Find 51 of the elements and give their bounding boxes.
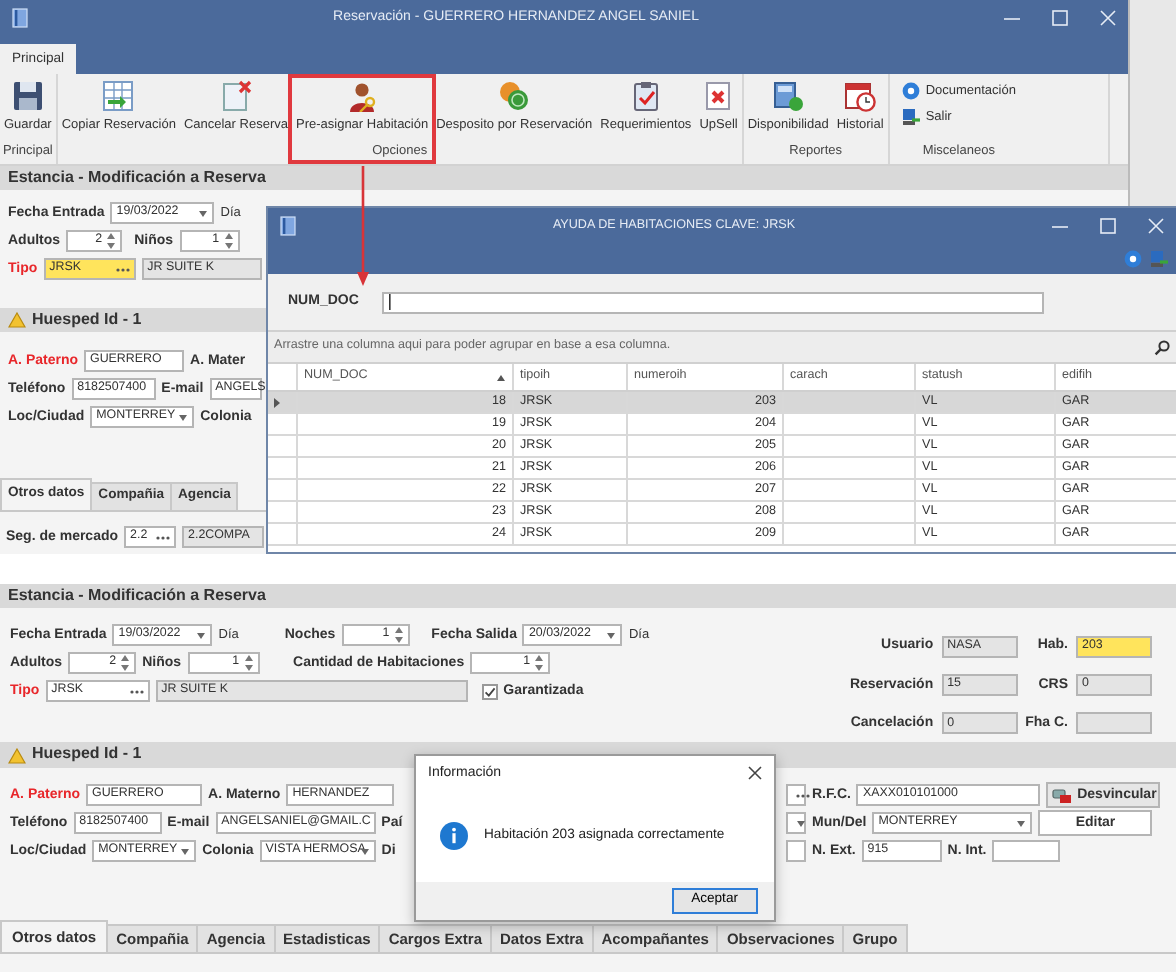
info-icon [440,822,468,850]
help-icon[interactable] [1124,250,1142,268]
dropdown-arrow-icon [196,631,207,639]
coins-icon [498,80,531,112]
checkbox[interactable] [481,683,498,699]
lookup-field[interactable] [786,784,806,806]
spinner-arrows-icon [243,654,254,672]
sort-ascending-icon [496,373,506,381]
computer-icon [772,80,805,112]
person-key-icon [346,80,379,112]
document-x-icon [219,80,252,112]
section-header: Estancia - Modificación a Reserva [0,166,1128,190]
spinner-arrows-icon [106,232,117,250]
exit-icon[interactable] [1150,250,1168,268]
close-icon[interactable] [748,766,762,780]
dropdown-arrow-icon [180,847,191,855]
text-field[interactable] [786,840,806,862]
spinner-arrows-icon [393,626,404,644]
clipboard-check-icon [629,80,662,112]
text-cursor-icon [388,294,393,310]
dropdown-arrow-icon [606,631,617,639]
dropdown-arrow-icon [198,209,209,217]
save-icon [11,80,44,112]
warning-icon [8,747,26,763]
annotation-arrow [355,166,369,286]
dropdown-field[interactable] [786,812,806,834]
help-icon [901,82,920,100]
spinner-arrows-icon [534,654,545,672]
section-header: Huesped Id - 1 [32,746,142,764]
warning-icon [8,312,26,328]
app-icon [12,8,28,28]
row-indicator-icon [274,397,280,407]
dropdown-arrow-icon [1016,819,1027,827]
filter-field[interactable] [382,291,1045,313]
maximize-icon[interactable] [1100,218,1116,234]
spinner-arrows-icon [120,654,131,672]
app-icon [280,216,296,236]
spreadsheet-icon [102,80,135,112]
section-header: Estancia - Modificación a Reserva [0,584,1176,608]
section-header: Huesped Id - 1 [32,311,142,329]
text-field[interactable] [992,840,1061,862]
dropdown-arrow-icon [178,413,189,421]
maximize-icon[interactable] [1052,10,1068,26]
search-icon[interactable] [1154,339,1170,355]
calendar-clock-icon [844,80,877,112]
document-x-icon [702,80,735,112]
spinner-arrows-icon [223,232,234,250]
unlink-icon [1051,787,1072,803]
text-field[interactable] [1076,712,1152,735]
dropdown-arrow-icon [796,819,806,827]
exit-icon [901,108,920,126]
